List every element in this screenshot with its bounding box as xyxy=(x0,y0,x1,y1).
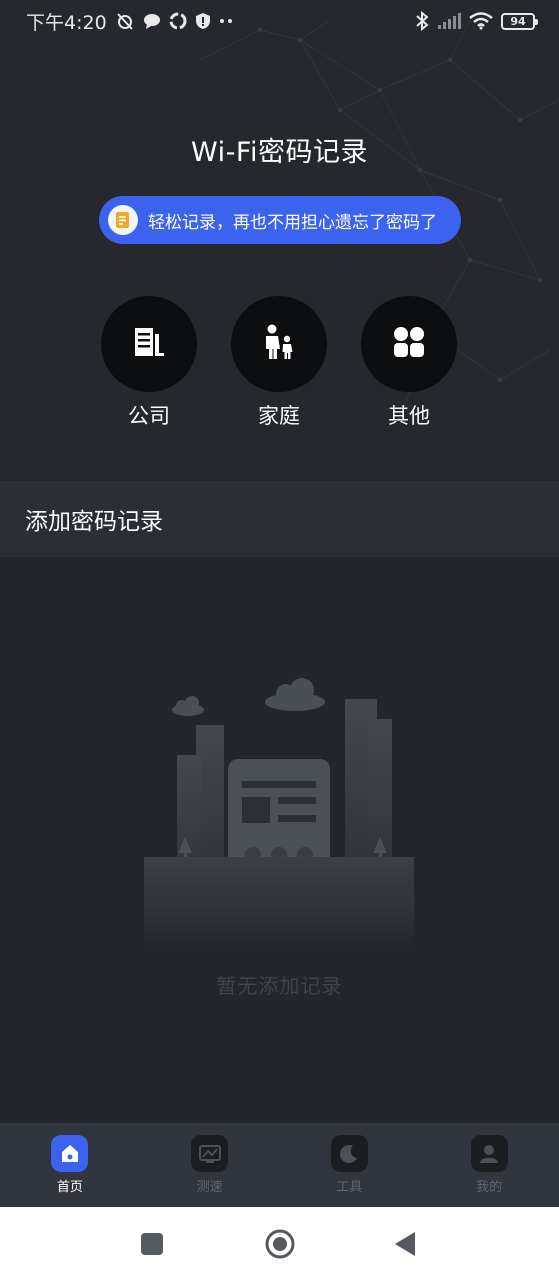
tab-home[interactable]: 首页 xyxy=(30,1135,110,1195)
tab-speed-label: 测速 xyxy=(196,1180,223,1195)
chat-icon xyxy=(143,12,161,30)
tab-home-label: 首页 xyxy=(56,1180,83,1195)
category-other[interactable]: 其他 xyxy=(361,296,457,436)
status-bar: 下午4:20 94 xyxy=(0,0,559,42)
tab-mine[interactable]: 我的 xyxy=(449,1135,529,1195)
home-icon xyxy=(51,1135,89,1172)
circle-home-icon[interactable] xyxy=(250,1207,310,1280)
grid-icon xyxy=(392,325,426,363)
category-company-label: 公司 xyxy=(128,404,170,428)
sync-icon xyxy=(169,12,187,30)
triangle-back-icon[interactable] xyxy=(375,1207,435,1280)
tab-tools[interactable]: 工具 xyxy=(309,1135,389,1195)
empty-state-text: 暂无添加记录 xyxy=(216,974,343,998)
category-company-button[interactable] xyxy=(101,296,197,392)
building-icon xyxy=(132,325,166,363)
category-company[interactable]: 公司 xyxy=(101,296,197,436)
category-other-button[interactable] xyxy=(361,296,457,392)
battery-level: 94 xyxy=(510,14,526,28)
signal-icon xyxy=(437,12,461,30)
shield-icon xyxy=(195,12,211,30)
tip-banner[interactable]: 轻松记录，再也不用担心遗忘了密码了 xyxy=(99,196,461,244)
tab-mine-label: 我的 xyxy=(476,1180,503,1195)
tab-speed[interactable]: 测速 xyxy=(170,1135,250,1195)
moon-icon xyxy=(330,1135,368,1172)
family-icon xyxy=(260,323,298,365)
status-time: 下午4:20 xyxy=(26,11,107,34)
battery-icon: 94 xyxy=(501,12,538,30)
page-title: Wi-Fi密码记录 xyxy=(191,137,368,168)
add-password-record-label: 添加密码记录 xyxy=(25,509,163,535)
wifi-icon xyxy=(469,12,493,30)
note-icon xyxy=(108,205,138,235)
bottom-tab-bar: 首页 测速 工具 我的 xyxy=(0,1123,559,1207)
more-dots-icon xyxy=(219,18,235,24)
square-recent-icon[interactable] xyxy=(122,1207,182,1280)
header: Wi-Fi密码记录 轻松记录，再也不用担心遗忘了密码了 公司 家庭 其他 xyxy=(0,0,559,480)
category-family[interactable]: 家庭 xyxy=(231,296,327,436)
tab-tools-label: 工具 xyxy=(336,1180,363,1195)
user-icon xyxy=(470,1135,508,1172)
alarm-off-icon xyxy=(115,11,135,31)
add-password-record-button[interactable]: 添加密码记录 xyxy=(0,481,559,557)
empty-city-illustration xyxy=(144,678,414,947)
category-family-button[interactable] xyxy=(231,296,327,392)
category-family-label: 家庭 xyxy=(258,404,300,428)
category-other-label: 其他 xyxy=(388,404,430,428)
speed-icon xyxy=(191,1135,229,1172)
category-row: 公司 家庭 其他 xyxy=(101,296,457,436)
banner-text: 轻松记录，再也不用担心遗忘了密码了 xyxy=(148,212,437,233)
empty-state: 暂无添加记录 xyxy=(0,557,559,1123)
system-nav-bar xyxy=(0,1207,559,1280)
bluetooth-icon xyxy=(415,11,429,31)
